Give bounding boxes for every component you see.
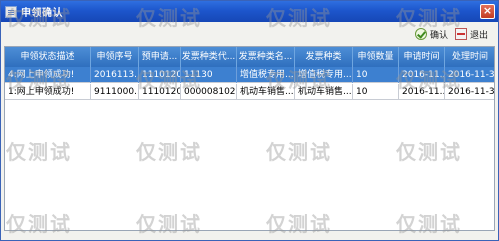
column-header-apply-time[interactable]: 申请时间 xyxy=(399,47,445,67)
table-cell: 9111000... xyxy=(91,84,139,100)
window-title: 申领确认 xyxy=(21,8,63,19)
close-icon: × xyxy=(482,4,493,17)
table-header: 申领状态描述 申领序号 预申请... 发票种类代... 发票种类名... 发票种… xyxy=(5,47,494,67)
confirm-button[interactable]: 确认 xyxy=(415,26,448,42)
table-cell: 1110120... xyxy=(139,84,181,100)
table-cell: 4:网上申领成功! xyxy=(5,67,91,83)
column-header-apply-quantity[interactable]: 申领数量 xyxy=(353,47,399,67)
table-cell: 增值税专用... xyxy=(295,67,353,83)
table-cell: 10 xyxy=(353,67,399,83)
column-header-apply-serial[interactable]: 申领序号 xyxy=(91,47,139,67)
title-bar[interactable]: 申领确认 × xyxy=(1,1,498,22)
table-cell: 2016-11... xyxy=(399,84,445,100)
column-header-status-desc[interactable]: 申领状态描述 xyxy=(5,47,91,67)
table-cell: 机动车销售... xyxy=(237,84,295,100)
close-button[interactable]: × xyxy=(480,4,495,19)
exit-button[interactable]: 退出 xyxy=(455,26,488,42)
column-header-invoice-type[interactable]: 发票种类 xyxy=(295,47,353,67)
column-header-pre-apply[interactable]: 预申请... xyxy=(139,47,181,67)
table-cell: 000008102600 xyxy=(181,84,237,100)
column-header-invoice-type-code[interactable]: 发票种类代... xyxy=(181,47,237,67)
table-row[interactable]: 4:网上申领成功! 2016113... 1110120... 11130 增值… xyxy=(5,67,494,83)
table-cell: 10 xyxy=(353,84,399,100)
apply-confirm-window: 申领确认 × 确认 退出 申领状态描述 申领序号 预申请... 发票种类代...… xyxy=(0,0,499,241)
toolbar: 确认 退出 xyxy=(1,22,498,46)
table-cell: 2016-11... xyxy=(399,67,445,83)
exit-label: 退出 xyxy=(470,30,489,41)
exit-icon xyxy=(455,28,467,40)
apply-records-table[interactable]: 申领状态描述 申领序号 预申请... 发票种类代... 发票种类名... 发票种… xyxy=(4,46,495,231)
column-header-invoice-type-name[interactable]: 发票种类名... xyxy=(237,47,295,67)
confirm-label: 确认 xyxy=(430,30,449,41)
check-icon xyxy=(415,28,427,40)
table-row[interactable]: 1:网上申领成功! 9111000... 1110120... 00000810… xyxy=(5,84,494,100)
column-header-process-time[interactable]: 处理时间 xyxy=(445,47,494,67)
table-cell: 增值税专用... xyxy=(237,67,295,83)
window-icon xyxy=(5,5,17,18)
table-cell: 2016-11-30... xyxy=(445,67,494,83)
table-cell: 1110120... xyxy=(139,67,181,83)
table-cell: 机动车销售... xyxy=(295,84,353,100)
table-cell: 11130 xyxy=(181,67,237,83)
table-cell: 1:网上申领成功! xyxy=(5,84,91,100)
table-cell: 2016-11-30... xyxy=(445,84,494,100)
table-cell: 2016113... xyxy=(91,67,139,83)
